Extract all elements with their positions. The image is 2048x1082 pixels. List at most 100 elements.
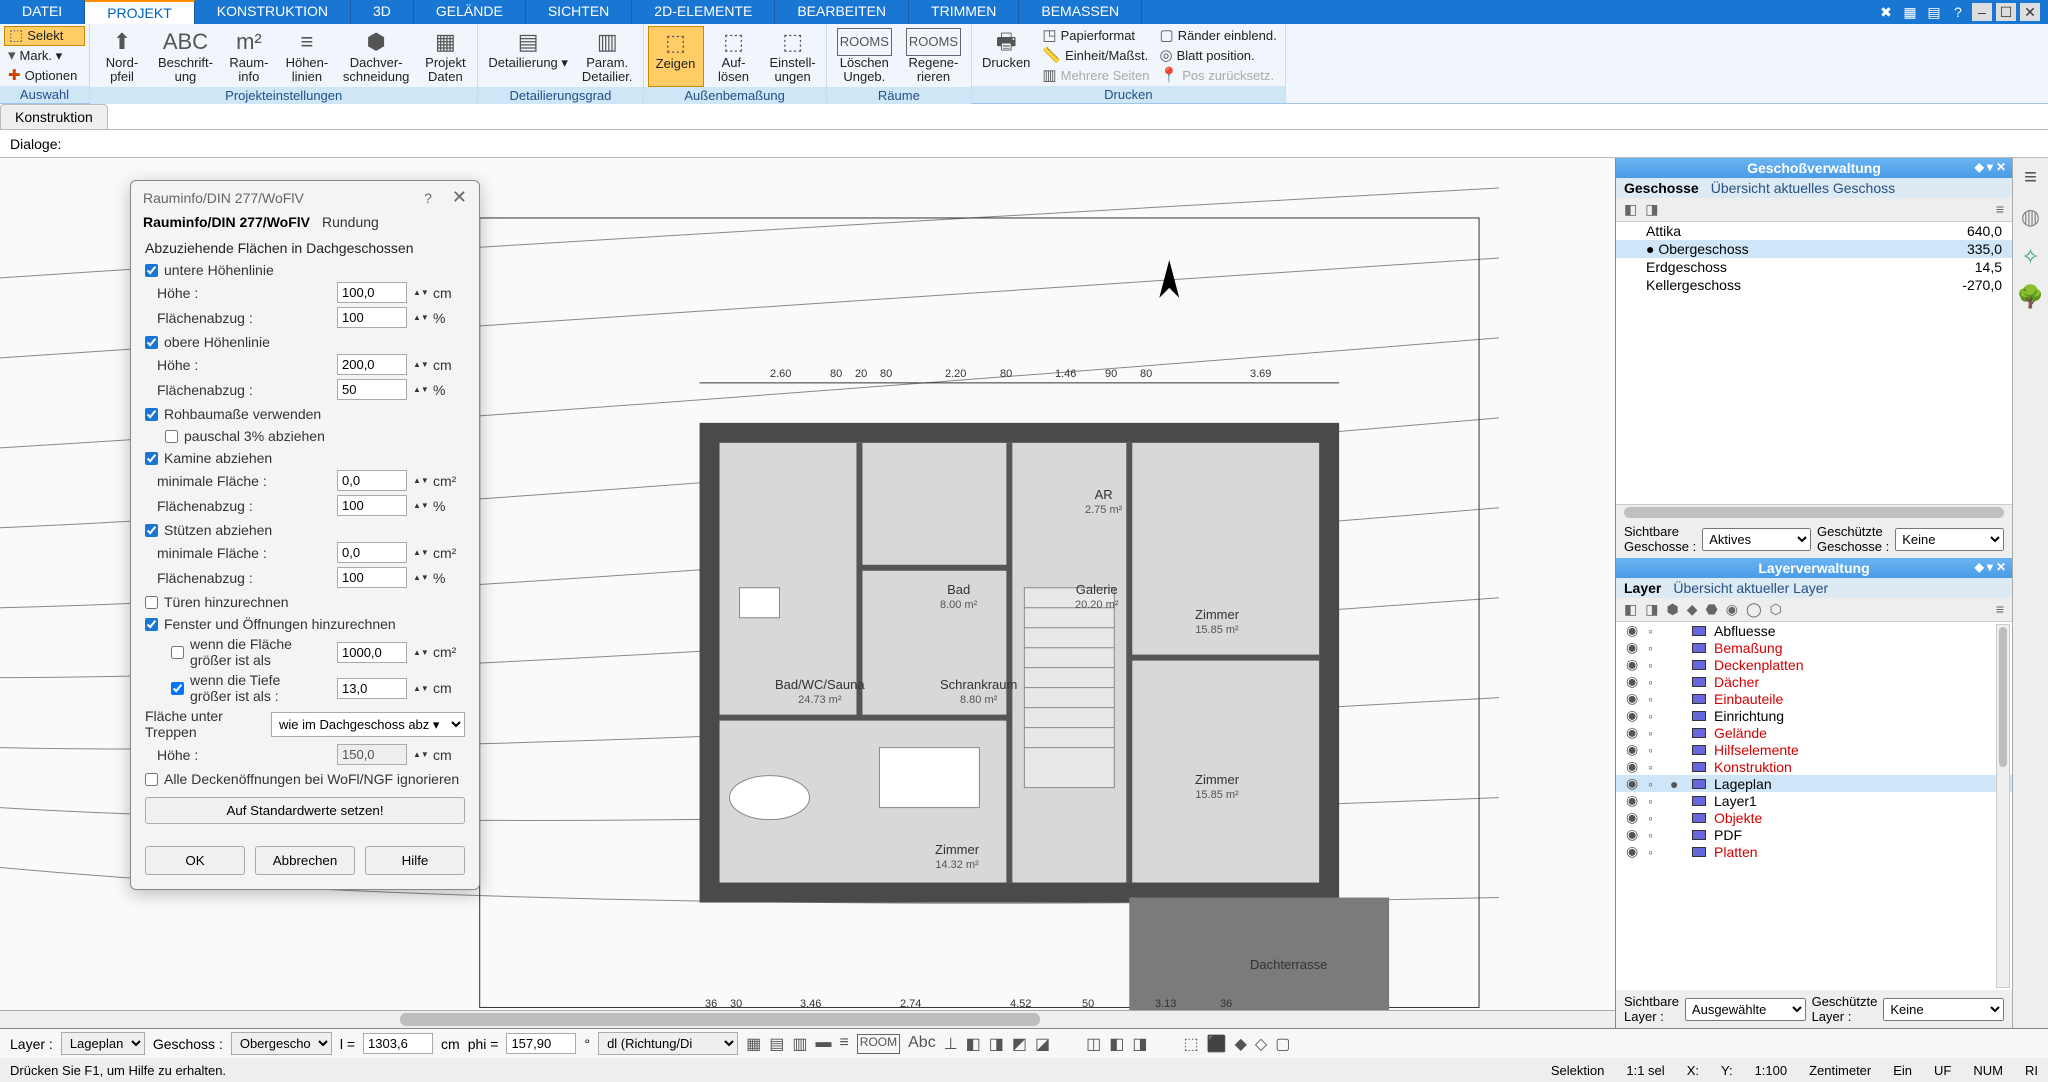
floor-row[interactable]: Erdgeschoss14,5	[1616, 258, 2012, 276]
bi18[interactable]: ◆	[1235, 1034, 1247, 1054]
layers-sichtbare-select[interactable]: Ausgewählte	[1685, 998, 1806, 1021]
toolstrip-layers-icon[interactable]: ≡	[2024, 164, 2037, 190]
bi19[interactable]: ◇	[1255, 1034, 1267, 1054]
layer-row[interactable]: ◉◦Layer1	[1616, 792, 2012, 809]
maximize-icon[interactable]: ☐	[1996, 3, 2016, 21]
optionen-button[interactable]: ✚Optionen	[4, 66, 85, 86]
chk-rohbau[interactable]	[145, 408, 158, 421]
chk-kamine[interactable]	[145, 452, 158, 465]
stuetzen-abzug-input[interactable]	[337, 567, 407, 588]
einheit-button[interactable]: 📏Einheit/Maßst.	[1038, 46, 1153, 66]
layers-tool7[interactable]: ◯	[1746, 601, 1762, 618]
chk-fenster-flaeche[interactable]	[171, 646, 184, 659]
chk-obere[interactable]	[145, 336, 158, 349]
bi2[interactable]: ▤	[769, 1034, 784, 1054]
bi4[interactable]: ▬	[815, 1034, 831, 1054]
bi12[interactable]: ◪	[1035, 1034, 1050, 1054]
bot-geschoss-select[interactable]: Obergescho	[231, 1032, 332, 1055]
bi13[interactable]: ◫	[1086, 1034, 1101, 1054]
dialog-titlebar[interactable]: Rauminfo/DIN 277/WoFlV ?✕	[131, 181, 479, 214]
layers-geschuetzte-select[interactable]: Keine	[1883, 998, 2004, 1021]
layers-tool6[interactable]: ◉	[1726, 601, 1738, 618]
floors-list[interactable]: Attika640,0● Obergeschoss335,0Erdgeschos…	[1616, 222, 2012, 504]
floor-row[interactable]: Kellergeschoss-270,0	[1616, 276, 2012, 294]
layer-row[interactable]: ◉◦Einbauteile	[1616, 690, 2012, 707]
bi8[interactable]: ⊥	[944, 1034, 958, 1054]
detailierung-button[interactable]: ▤Detailierung ▾	[482, 26, 574, 87]
minimize-icon[interactable]: –	[1972, 3, 1992, 21]
chk-fenster-tiefe[interactable]	[171, 682, 184, 695]
canvas-hscroll[interactable]	[0, 1010, 1615, 1028]
secondary-tab-konstruktion[interactable]: Konstruktion	[0, 104, 108, 129]
raender-button[interactable]: ▢Ränder einblend.	[1156, 26, 1281, 46]
close-icon[interactable]: ✕	[2020, 3, 2040, 21]
layers-vscroll[interactable]	[1996, 624, 2010, 988]
floors-hscroll[interactable]	[1616, 504, 2012, 520]
bi11[interactable]: ◩	[1012, 1034, 1027, 1054]
tab-bearbeiten[interactable]: BEARBEITEN	[775, 0, 909, 24]
bi6[interactable]: ROOM	[857, 1034, 900, 1054]
rauminfo-button[interactable]: m²Raum- info	[221, 26, 277, 87]
toolstrip-tree-icon[interactable]: 🌳	[2017, 284, 2044, 310]
floors-icon1[interactable]: ◧	[1624, 201, 1637, 218]
bi5[interactable]: ≡	[839, 1034, 848, 1054]
regenerieren-button[interactable]: ROOMSRegene- rieren	[900, 26, 967, 87]
layer-row[interactable]: ◉◦Deckenplatten	[1616, 656, 2012, 673]
projektdaten-button[interactable]: ▦Projekt Daten	[417, 26, 473, 87]
layers-tool8[interactable]: ⬡	[1770, 601, 1782, 618]
layer-row[interactable]: ◉◦Einrichtung	[1616, 707, 2012, 724]
settings-icon[interactable]: ▦	[1900, 3, 1920, 21]
dialog-close-icon[interactable]: ✕	[452, 187, 467, 207]
tab-3d[interactable]: 3D	[351, 0, 414, 24]
papierformat-button[interactable]: ◳Papierformat	[1038, 26, 1153, 46]
paramdetailier-button[interactable]: ▥Param. Detailier.	[576, 26, 639, 87]
bi16[interactable]: ⬚	[1184, 1034, 1199, 1054]
tab-datei[interactable]: DATEI	[0, 0, 85, 24]
obere-hoehe-input[interactable]	[337, 354, 407, 375]
layer-row[interactable]: ◉◦Gelände	[1616, 724, 2012, 741]
blattpos-button[interactable]: ◎Blatt position.	[1156, 46, 1281, 66]
layers-tool4[interactable]: ◆	[1687, 601, 1698, 618]
dialog-cancel-button[interactable]: Abbrechen	[255, 846, 355, 875]
bi17[interactable]: ⬛	[1207, 1034, 1227, 1054]
tab-gelaende[interactable]: GELÄNDE	[414, 0, 526, 24]
fenster-tiefe-input[interactable]	[337, 678, 407, 699]
layer-row[interactable]: ◉◦Bemaßung	[1616, 639, 2012, 656]
layer-row[interactable]: ◉◦Objekte	[1616, 809, 2012, 826]
bi7[interactable]: Abc	[908, 1034, 936, 1054]
dialog-tab-rauminfo[interactable]: Rauminfo/DIN 277/WoFlV	[143, 214, 310, 230]
tab-trimmen[interactable]: TRIMMEN	[909, 0, 1019, 24]
bi3[interactable]: ▥	[792, 1034, 807, 1054]
bi10[interactable]: ◨	[989, 1034, 1004, 1054]
chk-untere[interactable]	[145, 264, 158, 277]
layers-tab-uebersicht[interactable]: Übersicht aktueller Layer	[1673, 580, 1828, 596]
layer-row[interactable]: ◉◦Konstruktion	[1616, 758, 2012, 775]
bot-mode-select[interactable]: dl (Richtung/Di	[598, 1032, 738, 1055]
tab-bemassen[interactable]: BEMASSEN	[1019, 0, 1142, 24]
beschriftung-button[interactable]: ABCBeschrift- ung	[152, 26, 219, 87]
dachverschneidung-button[interactable]: ⬢Dachver- schneidung	[337, 26, 416, 87]
dialog-ok-button[interactable]: OK	[145, 846, 245, 875]
tools-icon[interactable]: ✖	[1876, 3, 1896, 21]
toolstrip-compass-icon[interactable]: ✧	[2021, 244, 2039, 270]
layers-tool5[interactable]: ⬣	[1705, 601, 1717, 618]
bot-phi-input[interactable]	[506, 1033, 576, 1054]
floors-icon3[interactable]: ≡	[1996, 201, 2004, 218]
layer-row[interactable]: ◉◦Dächer	[1616, 673, 2012, 690]
treppen-select[interactable]: wie im Dachgeschoss abz ▾	[271, 712, 465, 737]
nordpfeil-button[interactable]: ⬆Nord- pfeil	[94, 26, 150, 87]
untere-hoehe-input[interactable]	[337, 282, 407, 303]
floors-icon2[interactable]: ◨	[1645, 201, 1658, 218]
tab-2delemente[interactable]: 2D-ELEMENTE	[632, 0, 775, 24]
floor-row[interactable]: Attika640,0	[1616, 222, 2012, 240]
kamine-min-input[interactable]	[337, 470, 407, 491]
layers-tab-layer[interactable]: Layer	[1624, 580, 1661, 596]
drucken-button[interactable]: 🖶Drucken	[976, 26, 1036, 86]
poszurueck-button[interactable]: 📍Pos zurücksetz.	[1156, 66, 1281, 86]
layers-tool2[interactable]: ◨	[1645, 601, 1658, 618]
bi1[interactable]: ▦	[746, 1034, 761, 1054]
zeigen-button[interactable]: ⬚Zeigen	[648, 26, 704, 87]
layers-list[interactable]: ◉◦Abfluesse◉◦Bemaßung◉◦Deckenplatten◉◦Dä…	[1616, 622, 2012, 990]
tab-sichten[interactable]: SICHTEN	[526, 0, 632, 24]
dialog-tab-rundung[interactable]: Rundung	[322, 214, 379, 230]
